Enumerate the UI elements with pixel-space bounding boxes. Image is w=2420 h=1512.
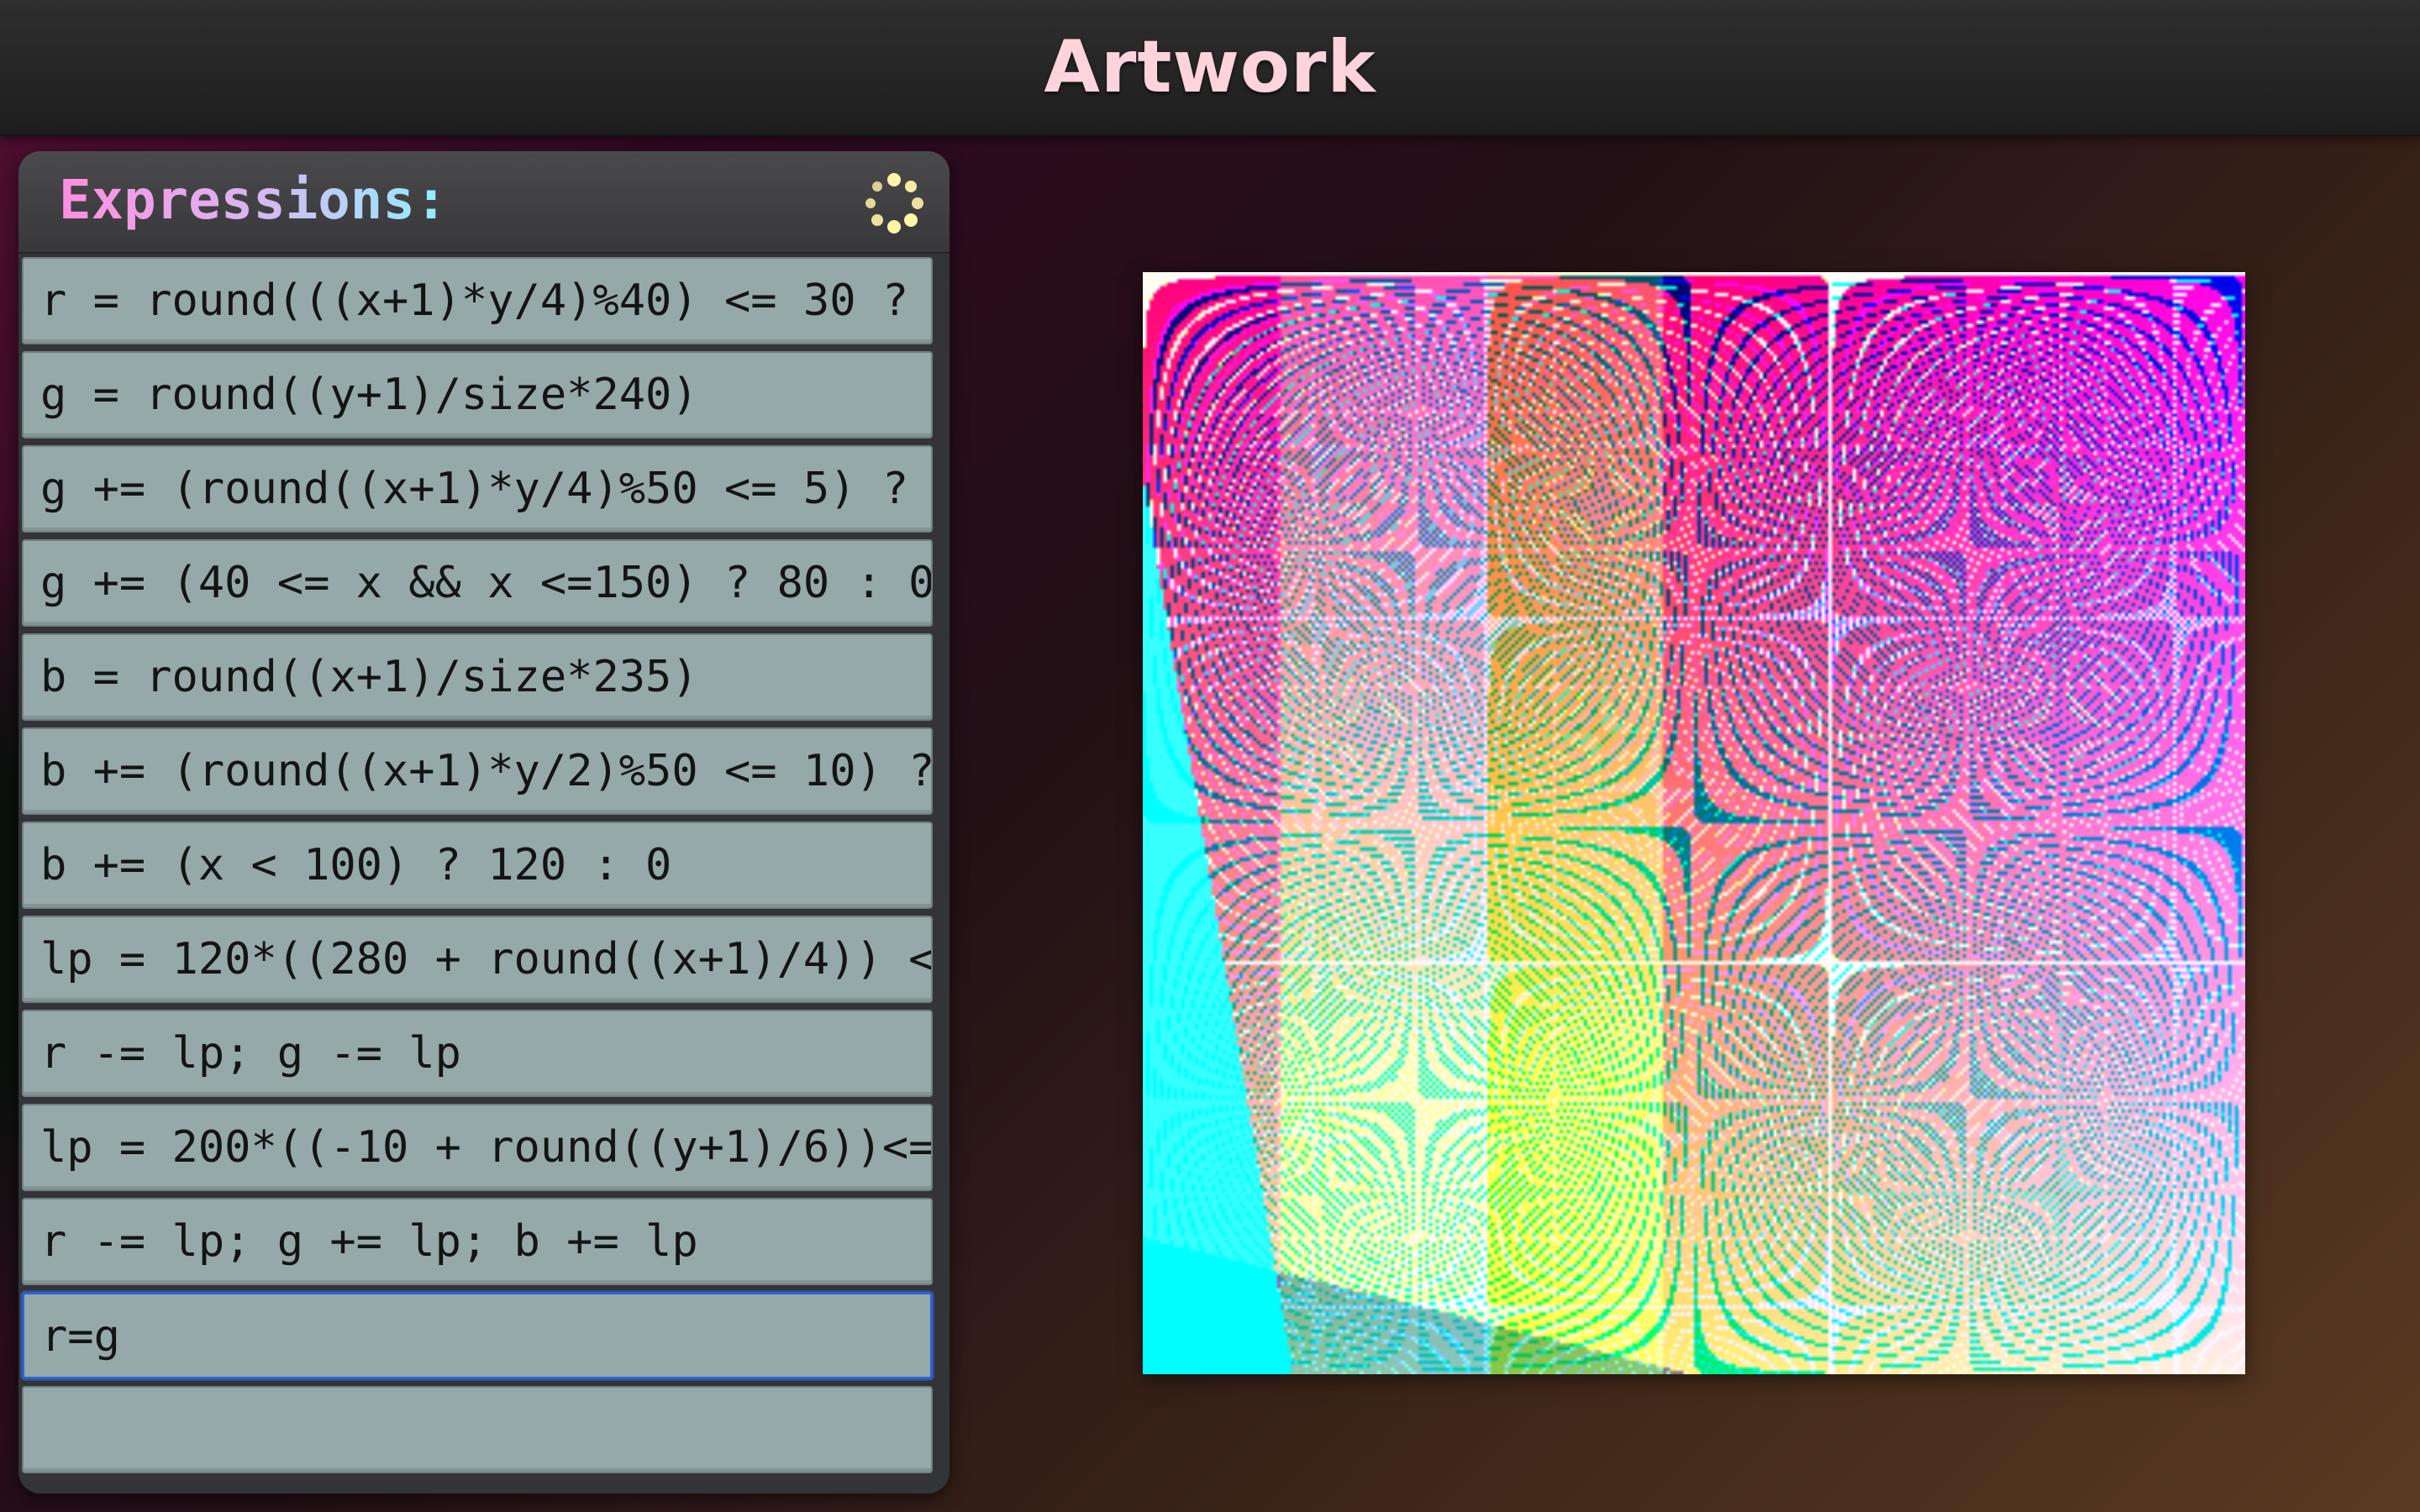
expression-input[interactable]: r -= lp; g += lp; b += lp <box>22 1198 933 1285</box>
expression-input[interactable]: g += (round((x+1)*y/4)%50 <= 5) ? 255 : … <box>22 445 933 533</box>
artwork-canvas <box>1143 272 2245 1374</box>
expression-input[interactable]: lp = 120*((280 + round((x+1)/4)) <= y) <box>22 916 933 1003</box>
expression-input[interactable]: b += (x < 100) ? 120 : 0 <box>22 822 933 909</box>
expression-input[interactable]: b = round((x+1)/size*235) <box>22 633 933 721</box>
app-title: Artwork <box>1044 25 1376 109</box>
expressions-title: Expressions: <box>59 170 448 232</box>
loading-spinner-icon <box>865 173 923 234</box>
expressions-panel-header: Expressions: <box>18 151 950 254</box>
expression-input[interactable]: g = round((y+1)/size*240) <box>22 351 933 438</box>
expressions-panel: Expressions: r = round(((x+1)*y/4)%40) <… <box>18 151 950 1494</box>
expression-input[interactable]: g += (40 <= x && x <=150) ? 80 : 0 <box>22 539 933 627</box>
top-bar: Artwork <box>0 0 2420 136</box>
expression-input[interactable]: r=g <box>22 1292 933 1379</box>
expression-input[interactable]: r = round(((x+1)*y/4)%40) <= 30 ? 255 : … <box>22 257 933 344</box>
expression-input[interactable]: lp = 200*((-10 + round((y+1)/6))<= x) <box>22 1104 933 1191</box>
expression-input[interactable]: r -= lp; g -= lp <box>22 1010 933 1097</box>
expression-input[interactable] <box>22 1386 933 1473</box>
expression-list: r = round(((x+1)*y/4)%40) <= 30 ? 255 : … <box>22 257 933 1480</box>
expression-input[interactable]: b += (round((x+1)*y/2)%50 <= 10) ? 120 :… <box>22 727 933 815</box>
